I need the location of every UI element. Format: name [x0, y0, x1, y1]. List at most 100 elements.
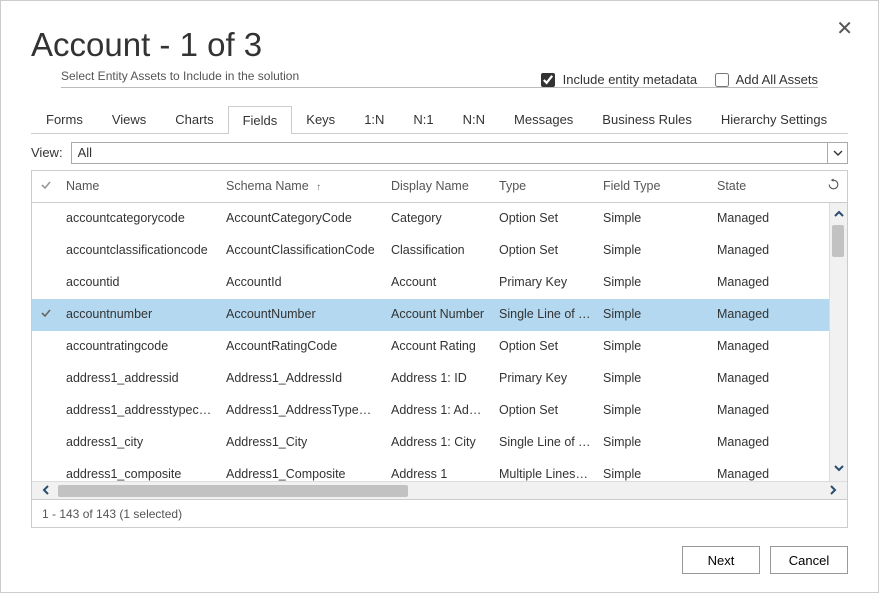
view-label: View:	[31, 145, 63, 160]
scroll-left-icon[interactable]	[34, 483, 58, 499]
tab-forms[interactable]: Forms	[31, 105, 98, 133]
next-button[interactable]: Next	[682, 546, 760, 574]
cell-name: accountid	[60, 275, 220, 289]
cell-fieldtype: Simple	[597, 211, 711, 225]
cell-fieldtype: Simple	[597, 307, 711, 321]
tab-hierarchy-settings[interactable]: Hierarchy Settings	[706, 105, 842, 133]
add-all-checkbox-label[interactable]: Add All Assets	[715, 72, 818, 87]
table-row[interactable]: accountidAccountIdAccountPrimary KeySimp…	[32, 267, 829, 299]
tab-charts[interactable]: Charts	[160, 105, 228, 133]
dialog-footer: Next Cancel	[1, 528, 878, 592]
cell-display: Classification	[385, 243, 493, 257]
horizontal-scrollbar[interactable]	[32, 481, 847, 499]
cell-state: Managed	[711, 243, 829, 257]
view-select[interactable]: All	[71, 142, 848, 164]
table-row[interactable]: address1_addressidAddress1_AddressIdAddr…	[32, 363, 829, 395]
cell-name: address1_addressid	[60, 371, 220, 385]
cell-state: Managed	[711, 211, 829, 225]
grid: Name Schema Name ↑ Display Name Type Fie…	[31, 170, 848, 528]
row-checkbox[interactable]	[32, 307, 60, 322]
column-type-header[interactable]: Type	[493, 179, 597, 193]
include-metadata-text: Include entity metadata	[563, 72, 697, 87]
vertical-scrollbar[interactable]	[829, 203, 847, 481]
cell-fieldtype: Simple	[597, 403, 711, 417]
dialog: ✕ Account - 1 of 3 Select Entity Assets …	[0, 0, 879, 593]
page-subtitle: Select Entity Assets to Include in the s…	[61, 69, 299, 83]
tab-1-n[interactable]: 1:N	[349, 105, 399, 133]
cell-schema: Address1_AddressId	[220, 371, 385, 385]
cell-type: Primary Key	[493, 275, 597, 289]
cell-display: Account Number	[385, 307, 493, 321]
cell-name: accountclassificationcode	[60, 243, 220, 257]
tab-n-n[interactable]: N:N	[448, 105, 500, 133]
table-row[interactable]: address1_compositeAddress1_CompositeAddr…	[32, 459, 829, 481]
column-fieldtype-header[interactable]: Field Type	[597, 179, 711, 193]
chevron-down-icon[interactable]	[827, 143, 847, 163]
view-select-value: All	[78, 145, 92, 160]
include-metadata-checkbox-label[interactable]: Include entity metadata	[541, 72, 701, 87]
cell-type: Option Set	[493, 339, 597, 353]
cell-display: Account	[385, 275, 493, 289]
cell-type: Single Line of Text	[493, 435, 597, 449]
table-row[interactable]: accountnumberAccountNumberAccount Number…	[32, 299, 829, 331]
cell-schema: AccountNumber	[220, 307, 385, 321]
cell-name: address1_addresstypecode	[60, 403, 220, 417]
cell-type: Option Set	[493, 243, 597, 257]
cell-display: Category	[385, 211, 493, 225]
add-all-text: Add All Assets	[736, 72, 818, 87]
cell-fieldtype: Simple	[597, 467, 711, 481]
column-checkbox-header[interactable]	[32, 179, 60, 194]
grid-body: accountcategorycodeAccountCategoryCodeCa…	[32, 203, 847, 481]
cell-type: Multiple Lines of...	[493, 467, 597, 481]
cell-state: Managed	[711, 467, 829, 481]
cell-schema: AccountClassificationCode	[220, 243, 385, 257]
column-name-header[interactable]: Name	[60, 179, 220, 193]
vertical-scroll-thumb[interactable]	[832, 225, 844, 257]
cell-schema: Address1_Composite	[220, 467, 385, 481]
include-metadata-checkbox[interactable]	[541, 73, 555, 87]
status-text: 1 - 143 of 143 (1 selected)	[42, 507, 182, 521]
cell-name: accountnumber	[60, 307, 220, 321]
refresh-icon[interactable]	[819, 178, 847, 194]
cell-state: Managed	[711, 339, 829, 353]
table-row[interactable]: address1_cityAddress1_CityAddress 1: Cit…	[32, 427, 829, 459]
cell-schema: AccountId	[220, 275, 385, 289]
column-state-header[interactable]: State	[711, 179, 819, 193]
table-row[interactable]: accountratingcodeAccountRatingCodeAccoun…	[32, 331, 829, 363]
horizontal-scroll-thumb[interactable]	[58, 485, 408, 497]
cell-type: Option Set	[493, 403, 597, 417]
table-row[interactable]: accountcategorycodeAccountCategoryCodeCa…	[32, 203, 829, 235]
tab-fields[interactable]: Fields	[228, 106, 293, 134]
add-all-checkbox[interactable]	[715, 73, 729, 87]
tabs: FormsViewsChartsFieldsKeys1:NN:1N:NMessa…	[31, 105, 848, 134]
cell-display: Address 1: Addr...	[385, 403, 493, 417]
table-row[interactable]: accountclassificationcodeAccountClassifi…	[32, 235, 829, 267]
cell-fieldtype: Simple	[597, 275, 711, 289]
cell-type: Single Line of Text	[493, 307, 597, 321]
cancel-button[interactable]: Cancel	[770, 546, 848, 574]
tab-business-rules[interactable]: Business Rules	[587, 105, 707, 133]
cell-type: Primary Key	[493, 371, 597, 385]
tab-keys[interactable]: Keys	[291, 105, 350, 133]
tab-views[interactable]: Views	[97, 105, 161, 133]
column-display-header[interactable]: Display Name	[385, 179, 493, 193]
scroll-down-icon[interactable]	[833, 461, 845, 477]
cell-state: Managed	[711, 371, 829, 385]
cell-name: address1_city	[60, 435, 220, 449]
page-title: Account - 1 of 3	[31, 26, 848, 64]
cell-type: Option Set	[493, 211, 597, 225]
column-schema-header[interactable]: Schema Name ↑	[220, 179, 385, 193]
cell-fieldtype: Simple	[597, 339, 711, 353]
tab-messages[interactable]: Messages	[499, 105, 588, 133]
status-bar: 1 - 143 of 143 (1 selected)	[32, 499, 847, 527]
tab-n-1[interactable]: N:1	[398, 105, 448, 133]
cell-schema: AccountCategoryCode	[220, 211, 385, 225]
scroll-up-icon[interactable]	[833, 207, 845, 223]
scroll-right-icon[interactable]	[821, 483, 845, 499]
close-icon[interactable]: ✕	[836, 19, 853, 39]
cell-state: Managed	[711, 275, 829, 289]
cell-display: Account Rating	[385, 339, 493, 353]
cell-state: Managed	[711, 435, 829, 449]
cell-display: Address 1: City	[385, 435, 493, 449]
table-row[interactable]: address1_addresstypecodeAddress1_Address…	[32, 395, 829, 427]
